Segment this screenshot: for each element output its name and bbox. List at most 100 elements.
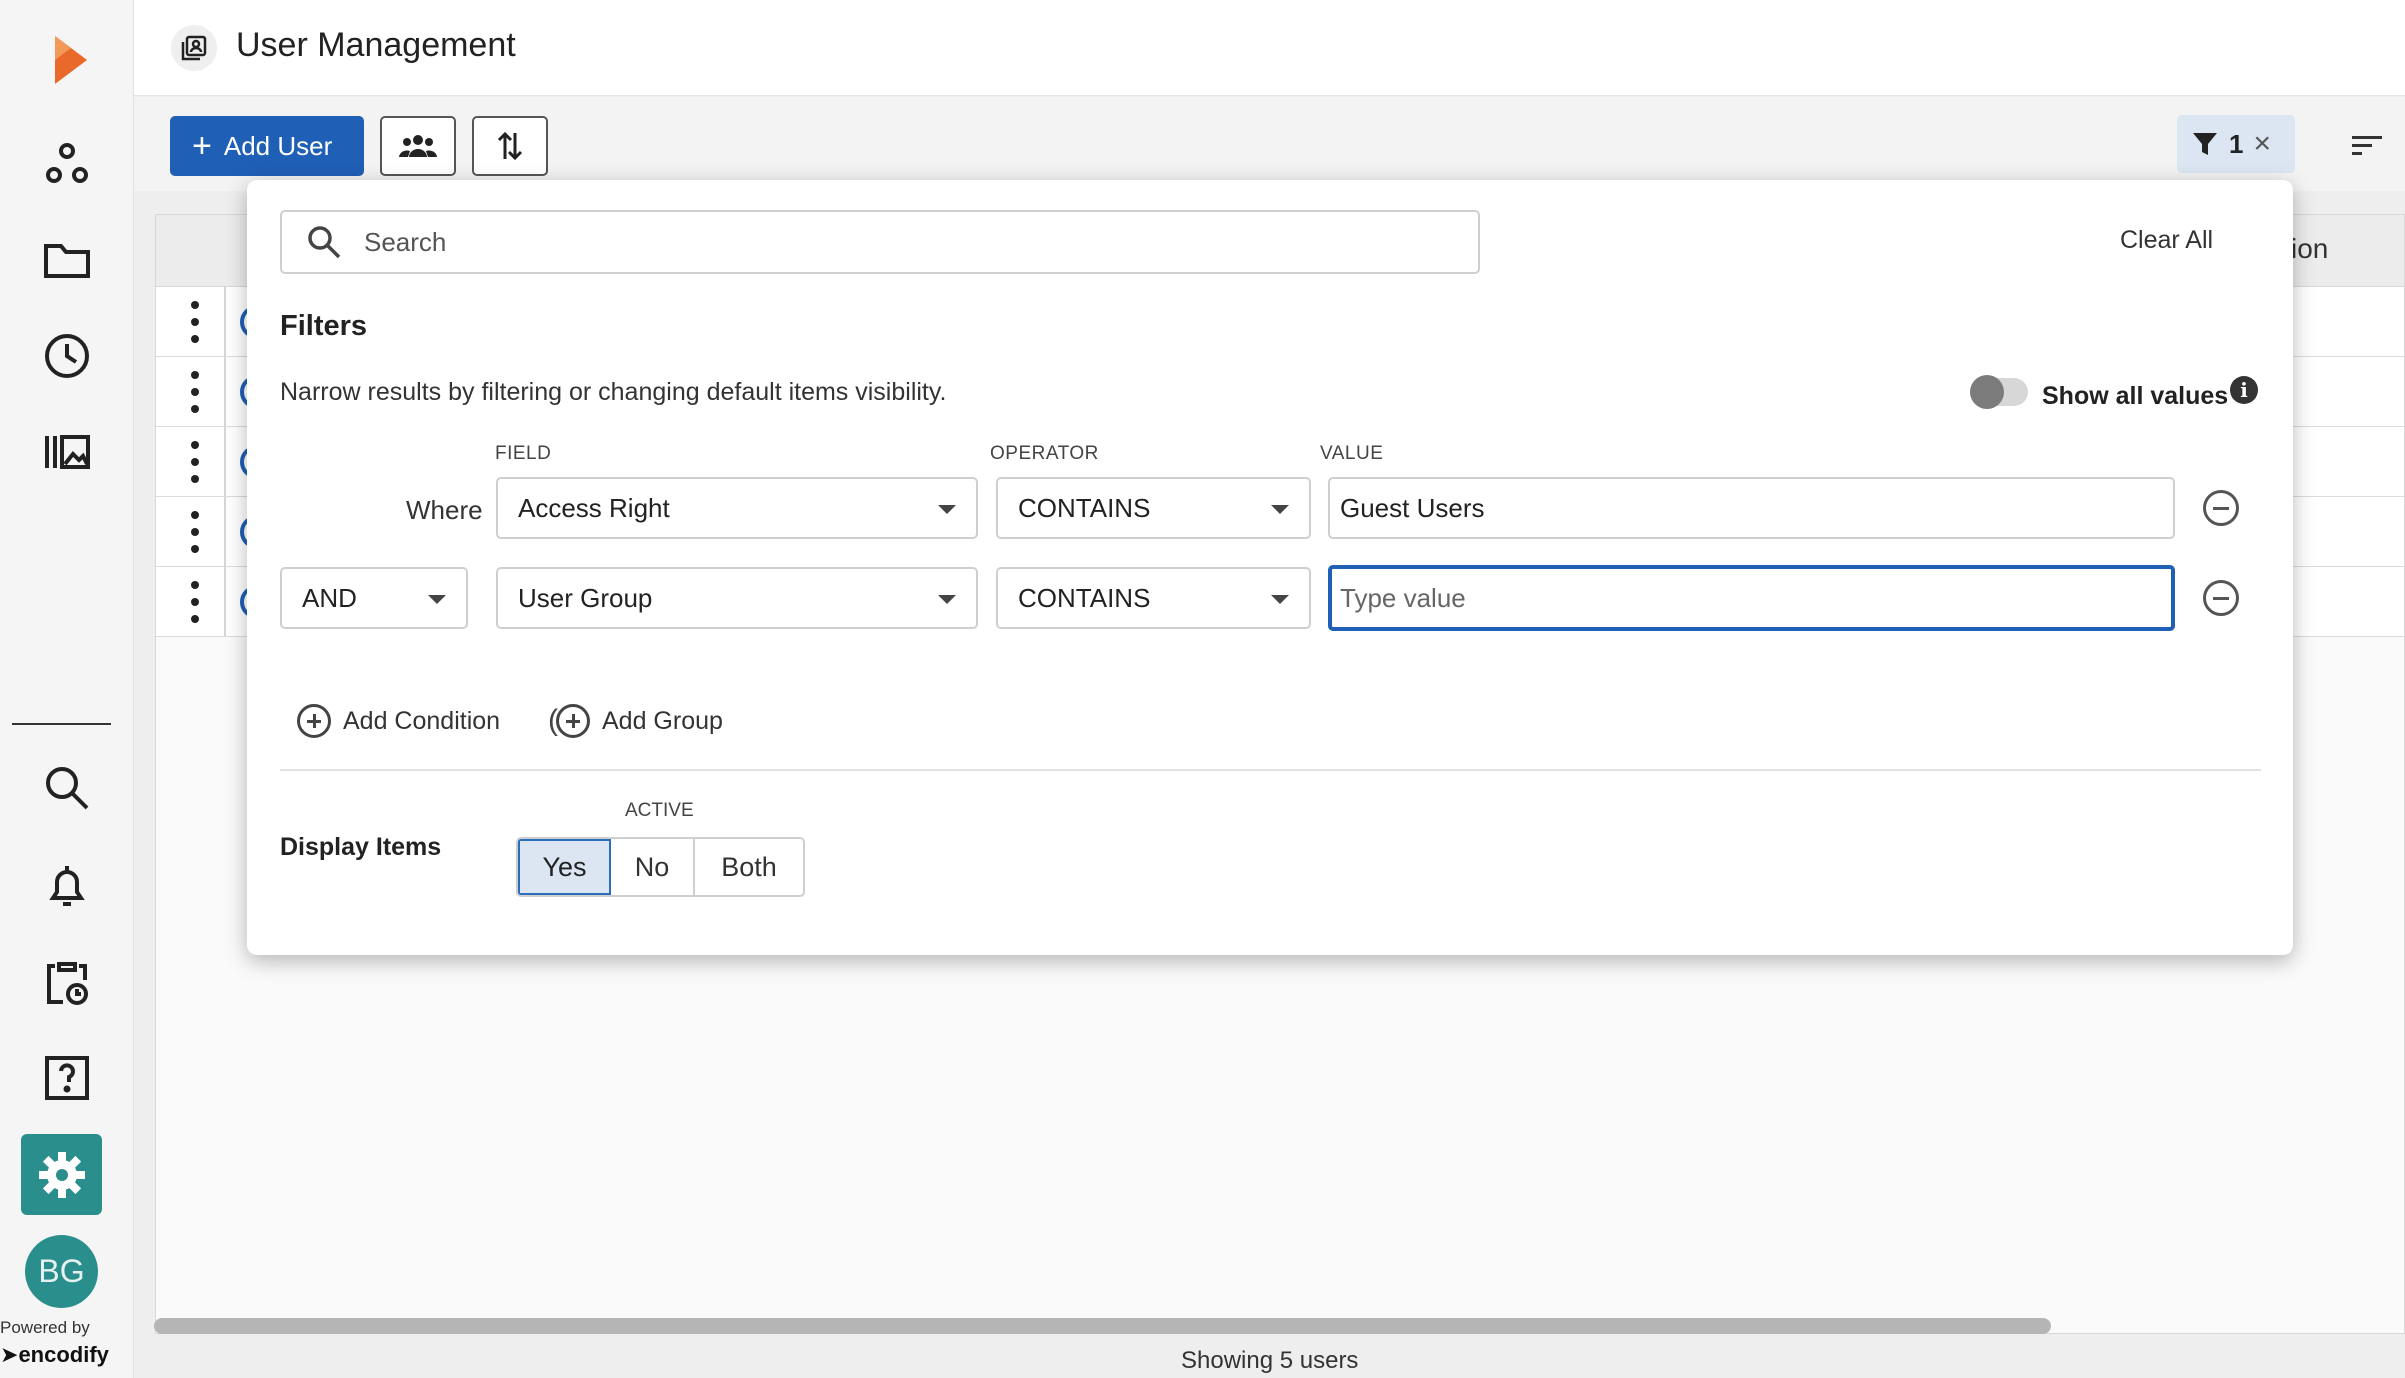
filter-panel: Clear All Filters Narrow results by filt…	[247, 180, 2293, 955]
sidebar-item-library[interactable]	[0, 412, 134, 492]
gear-icon	[38, 1151, 85, 1198]
show-all-values-toggle[interactable]	[1970, 375, 2028, 409]
clear-all-button[interactable]: Clear All	[2120, 226, 2213, 255]
operator-select[interactable]: CONTAINS	[996, 477, 1311, 539]
column-divider	[224, 427, 226, 496]
sort-button[interactable]	[2344, 123, 2390, 169]
bell-icon	[49, 866, 85, 906]
powered-by-label: Powered by	[0, 1318, 90, 1337]
filter-icon	[2193, 133, 2217, 155]
column-divider	[224, 287, 226, 356]
field-select[interactable]: Access Right	[496, 477, 978, 539]
clear-filter-icon[interactable]: ×	[2253, 127, 2271, 161]
chevron-down-icon	[938, 595, 956, 604]
value-column-header: VALUE	[1320, 443, 1384, 464]
brand-name: encodify	[18, 1342, 109, 1367]
results-count: Showing 5 users	[1181, 1347, 1359, 1374]
library-icon	[45, 435, 90, 469]
page-title: User Management	[236, 26, 516, 64]
filters-title: Filters	[280, 310, 368, 342]
value-field[interactable]	[1328, 477, 2175, 539]
add-user-label: Add User	[223, 130, 333, 161]
value-field[interactable]	[1328, 565, 2175, 631]
sidebar-divider	[12, 723, 111, 725]
row-menu-icon[interactable]	[186, 301, 204, 343]
sidebar-item-folders[interactable]	[0, 220, 134, 300]
add-user-button[interactable]: + Add User	[170, 116, 364, 176]
operator-select-value: CONTAINS	[1018, 492, 1151, 523]
swap-vertical-icon	[497, 131, 523, 161]
value-input[interactable]	[1340, 492, 2173, 524]
column-divider	[224, 497, 226, 566]
sidebar-item-tasks[interactable]	[0, 942, 134, 1022]
display-items-label: Display Items	[280, 833, 442, 861]
active-option-no[interactable]: No	[611, 839, 695, 895]
user-management-icon	[171, 25, 217, 71]
connector-select-value: AND	[302, 582, 357, 613]
add-condition-label: Add Condition	[343, 706, 501, 735]
column-divider	[224, 567, 226, 636]
field-select[interactable]: User Group	[496, 567, 978, 629]
operator-select[interactable]: CONTAINS	[996, 567, 1311, 629]
connector-select[interactable]: AND	[280, 567, 468, 629]
active-option-yes[interactable]: Yes	[518, 839, 611, 895]
chevron-down-icon	[1271, 595, 1289, 604]
row-menu-icon[interactable]	[186, 511, 204, 553]
user-groups-button[interactable]	[380, 116, 456, 176]
import-export-button[interactable]	[472, 116, 548, 176]
row-menu-icon[interactable]	[186, 441, 204, 483]
row-menu-icon[interactable]	[186, 581, 204, 623]
help-icon	[45, 1056, 89, 1100]
folder-icon	[44, 244, 90, 278]
search-icon	[46, 767, 89, 810]
add-group-label: Add Group	[602, 706, 723, 735]
chevron-down-icon	[1271, 505, 1289, 514]
plus-icon: +	[192, 127, 212, 165]
filter-search-box[interactable]	[280, 210, 1480, 274]
add-group-icon: (	[548, 704, 590, 738]
search-icon	[308, 226, 341, 259]
sidebar-item-help[interactable]	[0, 1038, 134, 1118]
clock-icon	[45, 334, 89, 378]
filters-description: Narrow results by filtering or changing …	[280, 378, 947, 406]
avatar[interactable]: BG	[25, 1235, 98, 1308]
sidebar-item-history[interactable]	[0, 316, 134, 396]
active-option-both[interactable]: Both	[695, 839, 803, 895]
sidebar-item-notifications[interactable]	[0, 846, 134, 926]
toolbar: + Add User 1 ×	[134, 97, 2405, 191]
active-segmented-control: Yes No Both	[516, 837, 805, 897]
sidebar-item-settings[interactable]	[21, 1134, 102, 1215]
brand-logo: ➤encodify	[0, 1342, 109, 1368]
horizontal-scrollbar[interactable]	[154, 1318, 2051, 1334]
field-select-value: User Group	[518, 582, 653, 613]
group-icon	[399, 135, 437, 157]
row-menu-icon[interactable]	[186, 371, 204, 413]
remove-condition-button[interactable]	[2203, 490, 2239, 526]
active-header: ACTIVE	[625, 800, 694, 821]
sort-icon	[2352, 136, 2382, 155]
filter-count: 1	[2229, 128, 2244, 159]
add-group-button[interactable]: ( Add Group	[548, 704, 723, 738]
filter-search-input[interactable]	[364, 226, 1364, 258]
network-icon	[46, 143, 88, 183]
minus-icon	[2213, 506, 2229, 510]
value-input[interactable]	[1340, 582, 2171, 614]
active-filter-chip[interactable]: 1 ×	[2177, 115, 2295, 173]
app-logo[interactable]	[0, 18, 134, 98]
where-label: Where	[406, 495, 483, 525]
column-divider	[224, 357, 226, 426]
chevron-down-icon	[938, 505, 956, 514]
brand-arrow-icon: ➤	[0, 1342, 19, 1367]
minus-icon	[2213, 596, 2229, 600]
sidebar-item-workflows[interactable]	[0, 124, 134, 204]
clipboard-clock-icon	[47, 962, 88, 1005]
column-header-partial: ion	[2291, 233, 2329, 264]
info-icon[interactable]: i	[2230, 376, 2258, 404]
add-condition-button[interactable]: Add Condition	[297, 704, 500, 738]
operator-select-value: CONTAINS	[1018, 582, 1151, 613]
remove-condition-button[interactable]	[2203, 580, 2239, 616]
sidebar-item-search[interactable]	[0, 748, 134, 828]
field-select-value: Access Right	[518, 492, 670, 523]
field-column-header: FIELD	[495, 443, 552, 464]
sidebar: BG Powered by ➤encodify	[0, 0, 134, 1378]
